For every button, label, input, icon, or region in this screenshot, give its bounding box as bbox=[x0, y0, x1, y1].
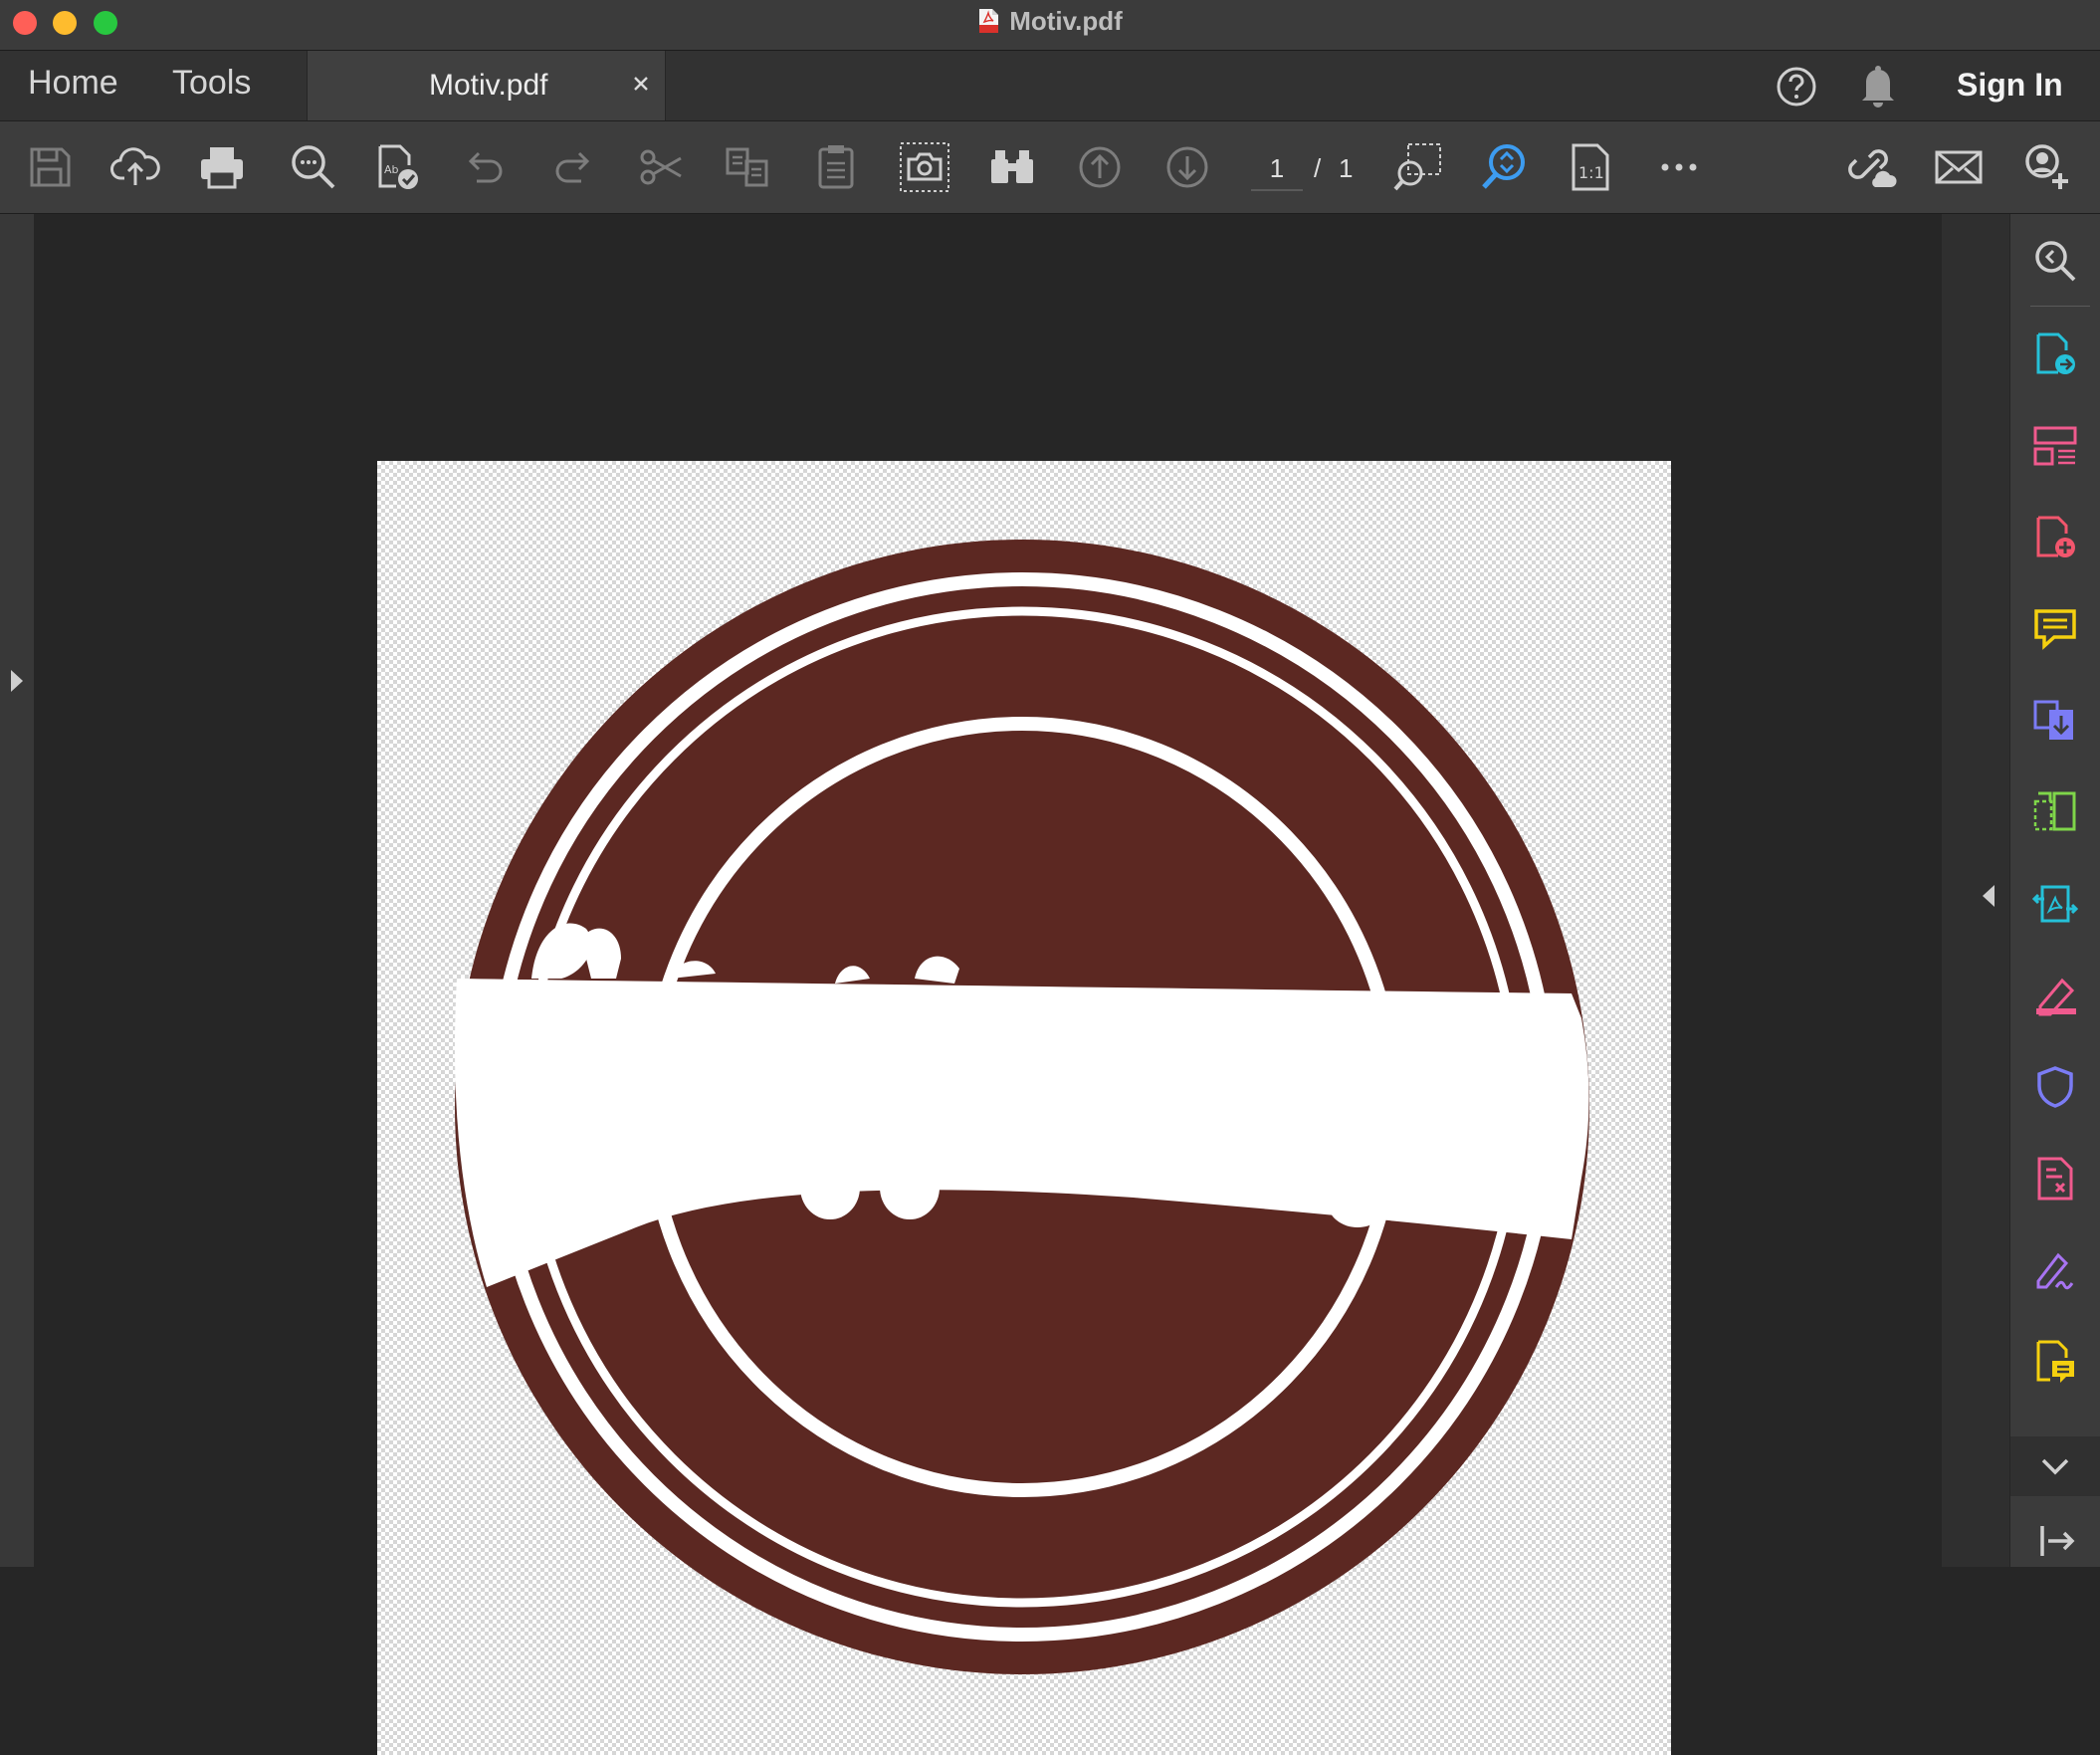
document-viewer[interactable] bbox=[35, 214, 1941, 1755]
print-icon[interactable] bbox=[196, 141, 248, 193]
protect-icon[interactable] bbox=[2032, 1064, 2078, 1110]
organize-pages-icon[interactable] bbox=[2032, 423, 2078, 469]
window-title-group: Motiv.pdf bbox=[0, 0, 2100, 42]
svg-text:1:1: 1:1 bbox=[1578, 163, 1604, 182]
page-total: 1 bbox=[1339, 153, 1354, 183]
convert-pdf-icon[interactable] bbox=[2032, 881, 2078, 927]
document-tab-label: Motiv.pdf bbox=[429, 69, 548, 102]
notes-icon[interactable] bbox=[2032, 1339, 2078, 1385]
actual-size-icon[interactable]: 1:1 bbox=[1565, 141, 1616, 193]
share-link-icon[interactable] bbox=[1845, 141, 1897, 193]
tools-rail bbox=[2010, 214, 2100, 1567]
redact-icon[interactable] bbox=[2032, 1156, 2078, 1202]
upload-cloud-icon[interactable] bbox=[109, 141, 161, 193]
add-user-icon[interactable] bbox=[2020, 141, 2072, 193]
marquee-zoom-icon[interactable] bbox=[1392, 141, 1444, 193]
previous-page-icon[interactable] bbox=[1074, 141, 1126, 193]
search-zoom-icon[interactable] bbox=[2032, 238, 2078, 284]
snapshot-icon[interactable] bbox=[899, 141, 950, 193]
chevron-down-icon bbox=[2041, 1458, 2069, 1475]
title-bar: Motiv.pdf bbox=[0, 0, 2100, 51]
window-title: Motiv.pdf bbox=[1009, 5, 1123, 36]
edit-highlight-icon[interactable] bbox=[2032, 973, 2078, 1018]
more-icon[interactable] bbox=[1653, 141, 1705, 193]
rail-expand-button[interactable] bbox=[2010, 1436, 2100, 1496]
page-number-input[interactable]: 1 bbox=[1251, 151, 1303, 191]
zoom-tool-icon[interactable] bbox=[1479, 141, 1531, 193]
copy-format-icon[interactable] bbox=[723, 141, 774, 193]
export-pdf-icon[interactable] bbox=[2032, 331, 2078, 377]
cut-icon[interactable] bbox=[636, 141, 688, 193]
notifications-bell-icon[interactable] bbox=[1858, 63, 1898, 109]
expand-left-panel-icon[interactable] bbox=[9, 668, 25, 694]
undo-icon[interactable] bbox=[459, 141, 511, 193]
find-icon[interactable] bbox=[288, 141, 339, 193]
left-panel bbox=[0, 214, 34, 1567]
pdf-file-icon bbox=[977, 8, 999, 34]
collapse-right-panel-icon[interactable] bbox=[1981, 883, 1996, 909]
redo-icon[interactable] bbox=[547, 141, 599, 193]
create-pdf-icon[interactable] bbox=[2032, 515, 2078, 560]
tab-tools[interactable]: Tools bbox=[172, 59, 251, 107]
help-icon[interactable] bbox=[1775, 65, 1818, 109]
right-gutter bbox=[1942, 214, 2009, 1567]
comment-icon[interactable] bbox=[2032, 606, 2078, 652]
motiv-logo-image bbox=[455, 540, 1589, 1674]
check-document-icon[interactable]: Ab bbox=[372, 141, 424, 193]
save-icon[interactable] bbox=[24, 141, 76, 193]
close-tab-icon[interactable] bbox=[628, 71, 654, 97]
tab-document[interactable]: Motiv.pdf bbox=[307, 51, 666, 120]
compress-pdf-icon[interactable] bbox=[2032, 789, 2078, 835]
page-separator: / bbox=[1314, 153, 1322, 183]
tab-bar: Home Tools Motiv.pdf Sign In bbox=[0, 51, 2100, 121]
fill-sign-icon[interactable] bbox=[2032, 1247, 2078, 1293]
paste-icon[interactable] bbox=[811, 141, 863, 193]
toolbar: Ab 1 / 1 1:1 bbox=[0, 121, 2100, 214]
collapse-panel-icon[interactable] bbox=[2032, 1518, 2078, 1564]
email-icon[interactable] bbox=[1933, 141, 1985, 193]
rail-divider bbox=[2030, 306, 2090, 307]
tab-home[interactable]: Home bbox=[28, 59, 118, 107]
combine-files-icon[interactable] bbox=[2032, 698, 2078, 744]
binoculars-icon[interactable] bbox=[986, 141, 1038, 193]
next-page-icon[interactable] bbox=[1161, 141, 1213, 193]
pdf-page bbox=[377, 461, 1671, 1755]
sign-in-button[interactable]: Sign In bbox=[1957, 67, 2063, 104]
svg-text:Ab: Ab bbox=[384, 163, 399, 176]
